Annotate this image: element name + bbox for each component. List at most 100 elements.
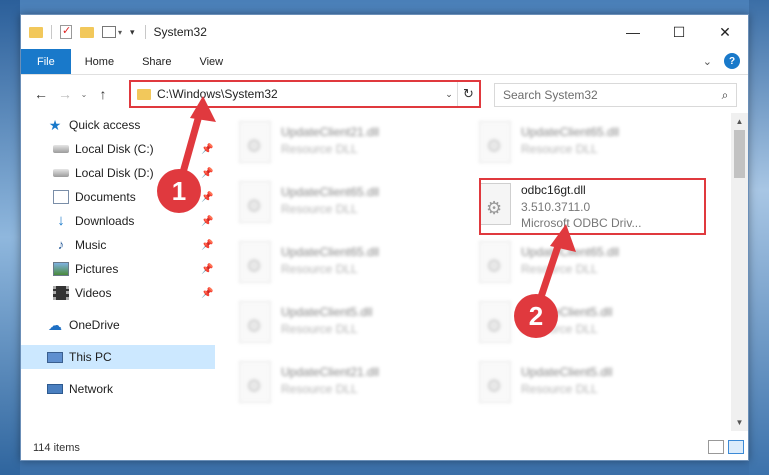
dll-file-icon (479, 121, 511, 163)
dll-file-icon (479, 361, 511, 403)
pin-icon[interactable]: 📌 (201, 144, 213, 155)
sidebar-item-label: This PC (69, 350, 112, 364)
search-placeholder[interactable]: Search System32 (503, 88, 714, 102)
file-tile[interactable]: UpdateClient21.dll Resource DLL (225, 357, 455, 407)
file-tile[interactable]: UpdateClient65.dll Resource DLL (225, 177, 455, 227)
up-button[interactable]: ↑ (91, 86, 115, 102)
search-input[interactable]: Search System32 ⌕ (494, 83, 737, 107)
music-icon: ♪ (57, 237, 65, 252)
videos-icon (53, 286, 69, 300)
back-button[interactable]: ← (29, 86, 53, 102)
sidebar-item-label: Downloads (75, 214, 135, 228)
pin-icon[interactable]: 📌 (201, 288, 213, 299)
navigation-bar: ← → ⌄ ↑ C:\Windows\System32 ⌄ ↻ Search S… (21, 75, 748, 113)
dll-file-icon (239, 121, 271, 163)
address-bar[interactable]: C:\Windows\System32 ⌄ ↻ (129, 80, 481, 108)
minimize-button[interactable]: — (610, 15, 656, 49)
file-name: UpdateClient21.dll (281, 125, 380, 139)
pin-icon[interactable]: 📌 (201, 264, 213, 275)
file-description: Resource DLL (281, 262, 358, 276)
sidebar-item-label: Local Disk (D:) (75, 166, 154, 180)
forward-button[interactable]: → (53, 86, 77, 102)
tab-file[interactable]: File (21, 49, 71, 74)
title-bar: ▾ ▾ System32 — ☐ ✕ (21, 15, 748, 49)
file-name: UpdateClient65.dll (521, 125, 620, 139)
status-bar: 114 items (21, 436, 748, 460)
scroll-up-icon[interactable]: ▲ (731, 113, 748, 130)
file-tile[interactable]: UpdateClient5.dll Resource DLL (225, 297, 455, 347)
file-tile[interactable]: UpdateClient65.dll Resource DLL (465, 237, 695, 287)
folder-icon (29, 26, 43, 38)
customize-dropdown-icon[interactable]: ▾ (118, 28, 122, 37)
maximize-button[interactable]: ☐ (656, 15, 702, 49)
sidebar-item-network[interactable]: Network (21, 377, 215, 401)
sidebar-item-label: Pictures (75, 262, 119, 276)
sidebar-item-local-disk-c[interactable]: Local Disk (C:) 📌 (21, 137, 215, 161)
disk-icon (53, 145, 69, 153)
file-description: Resource DLL (521, 142, 598, 156)
tab-share[interactable]: Share (128, 49, 185, 74)
details-view-icon[interactable] (708, 440, 724, 454)
address-dropdown-icon[interactable]: ⌄ (441, 89, 457, 100)
expand-ribbon-icon[interactable]: ⌄ (703, 55, 712, 68)
customize-icon[interactable] (102, 26, 116, 38)
sidebar-item-music[interactable]: ♪ Music 📌 (21, 233, 215, 257)
file-name: UpdateClient5.dll (521, 365, 613, 379)
toolbar-divider (51, 25, 52, 39)
file-name: UpdateClient65.dll (521, 245, 620, 259)
new-folder-icon[interactable] (80, 26, 94, 38)
navigation-pane: ★ Quick access Local Disk (C:) 📌 Local D… (21, 113, 215, 423)
desktop-background-right (749, 0, 769, 475)
folder-icon (137, 88, 151, 100)
file-tile[interactable]: UpdateClient5.dll Resource DLL (465, 297, 695, 347)
vertical-scrollbar[interactable]: ▲ ▼ (731, 113, 748, 431)
sidebar-item-label: Quick access (69, 118, 141, 132)
sidebar-item-label: Music (75, 238, 107, 252)
dll-file-icon (239, 181, 271, 223)
file-description: Resource DLL (521, 382, 598, 396)
network-icon (47, 384, 63, 394)
dll-file-icon (479, 241, 511, 283)
scroll-down-icon[interactable]: ▼ (731, 414, 748, 431)
view-switcher (708, 440, 744, 454)
file-name: UpdateClient65.dll (281, 185, 380, 199)
tiles-view-icon[interactable] (728, 440, 744, 454)
sidebar-item-videos[interactable]: Videos 📌 (21, 281, 215, 305)
close-button[interactable]: ✕ (702, 15, 748, 49)
sidebar-item-pictures[interactable]: Pictures 📌 (21, 257, 215, 281)
step-badge-2: 2 (514, 294, 558, 338)
pin-icon[interactable]: 📌 (201, 216, 213, 227)
pin-icon[interactable]: 📌 (201, 192, 213, 203)
sidebar-item-downloads[interactable]: ↓ Downloads 📌 (21, 209, 215, 233)
file-tile[interactable]: UpdateClient65.dll Resource DLL (465, 117, 695, 167)
properties-check-icon[interactable] (60, 24, 72, 39)
help-icon[interactable]: ? (724, 53, 740, 69)
address-text[interactable]: C:\Windows\System32 (157, 87, 441, 101)
sidebar-item-this-pc[interactable]: This PC (21, 345, 215, 369)
file-list: UpdateClient21.dll Resource DLL UpdateCl… (215, 113, 733, 423)
pin-icon[interactable]: 📌 (201, 240, 213, 251)
title-divider (144, 25, 146, 39)
tab-home[interactable]: Home (71, 49, 128, 74)
dll-file-icon (239, 241, 271, 283)
pictures-icon (53, 262, 69, 276)
toolbar-arrow-icon[interactable]: ▾ (130, 27, 135, 38)
file-tile[interactable]: UpdateClient65.dll Resource DLL (225, 237, 455, 287)
search-icon[interactable]: ⌕ (714, 88, 736, 103)
file-name: UpdateClient65.dll (281, 245, 380, 259)
sidebar-item-onedrive[interactable]: ☁ OneDrive (21, 313, 215, 337)
item-count: 114 items (33, 442, 80, 454)
this-pc-icon (47, 351, 63, 363)
sidebar-item-label: Videos (75, 286, 112, 300)
recent-locations-button[interactable]: ⌄ (77, 90, 91, 99)
refresh-icon[interactable]: ↻ (457, 82, 479, 106)
sidebar-item-quick-access[interactable]: ★ Quick access (21, 113, 215, 137)
scrollbar-thumb[interactable] (734, 130, 745, 178)
file-tile[interactable]: UpdateClient5.dll Resource DLL (465, 357, 695, 407)
downloads-icon: ↓ (57, 212, 65, 229)
file-highlight-box (479, 178, 706, 235)
file-tile[interactable]: UpdateClient21.dll Resource DLL (225, 117, 455, 167)
pin-icon[interactable]: 📌 (201, 168, 213, 179)
tab-view[interactable]: View (185, 49, 237, 74)
dll-file-icon (239, 361, 271, 403)
